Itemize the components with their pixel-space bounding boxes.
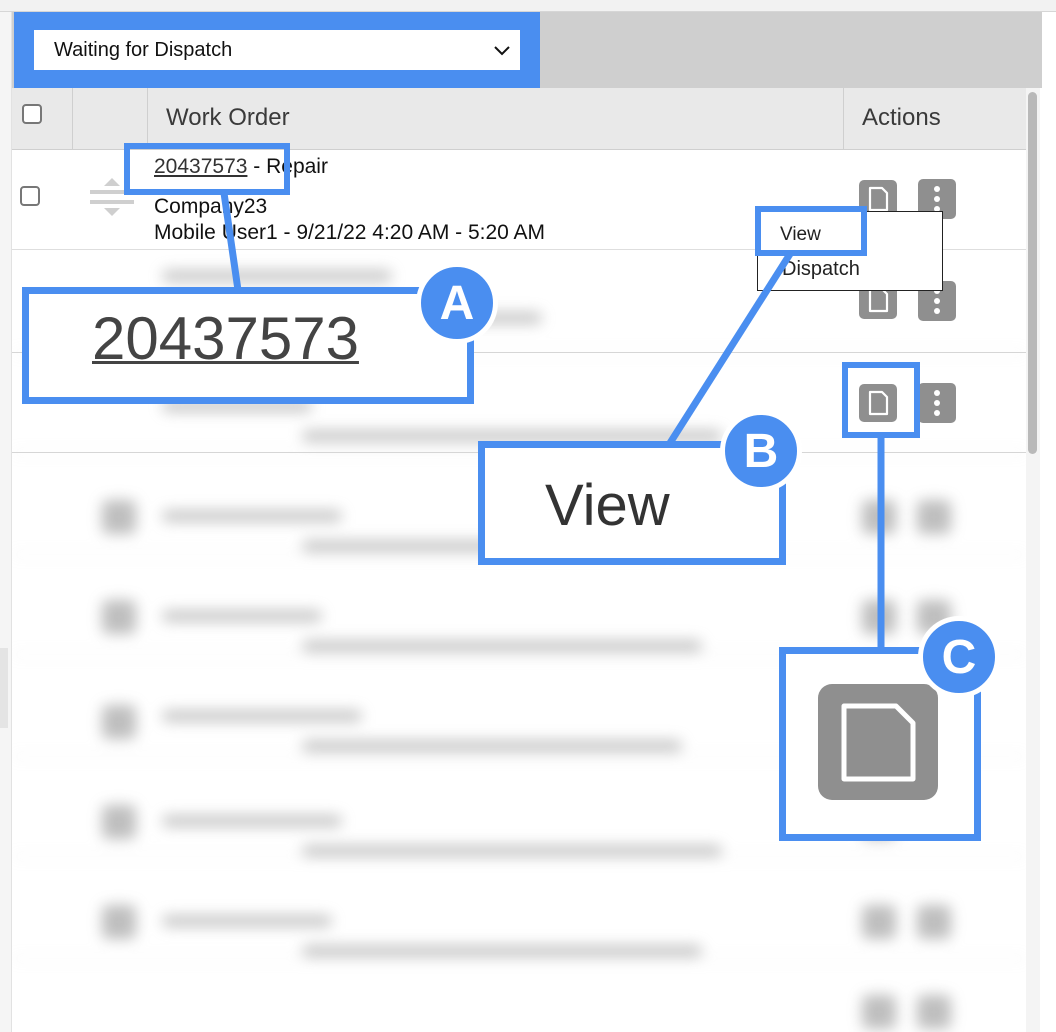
document-icon <box>841 703 916 782</box>
callout-a-label: 20437573 <box>92 305 359 372</box>
callout-c-badge: C <box>918 616 1000 698</box>
callout-b-label: View <box>545 473 670 538</box>
callout-c-document-button <box>818 684 938 800</box>
connector-a <box>220 192 242 291</box>
callout-b-badge: B <box>720 410 802 492</box>
callout-a-badge: A <box>416 262 498 344</box>
